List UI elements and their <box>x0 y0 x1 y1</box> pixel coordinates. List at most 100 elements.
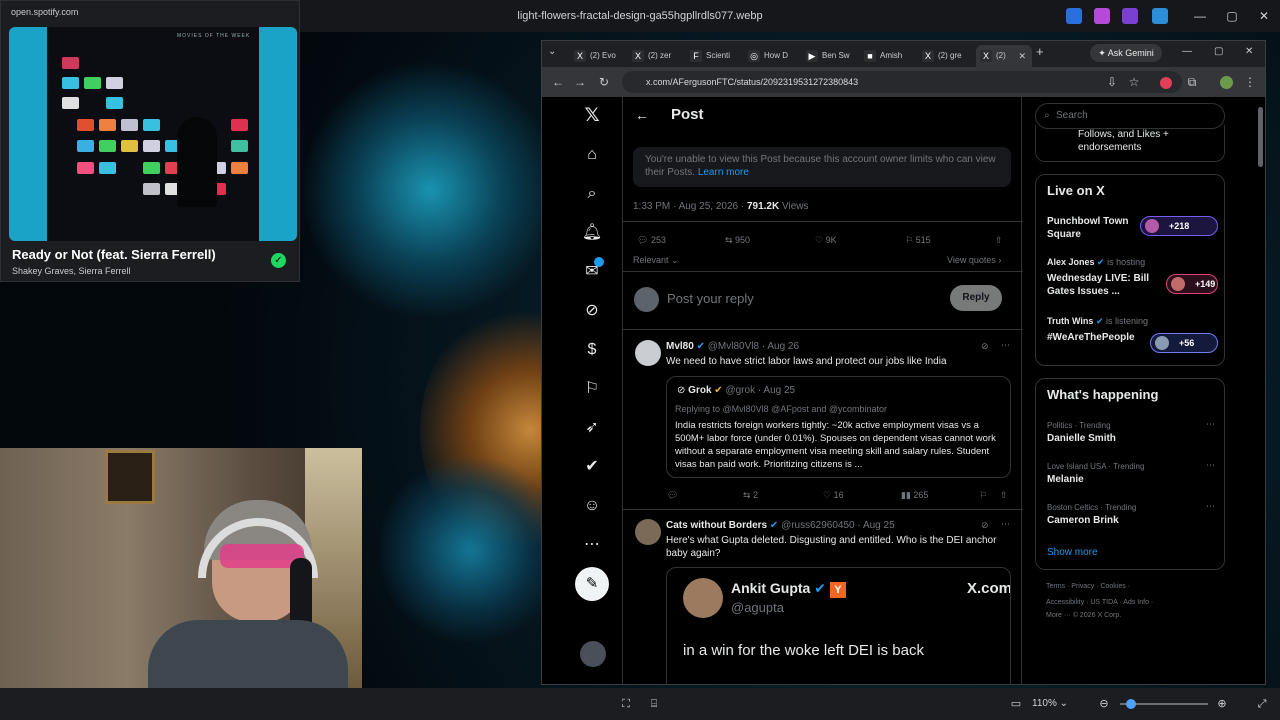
tweet-like[interactable]: ♡ 16 <box>823 490 844 501</box>
forward-icon[interactable]: → <box>570 72 590 92</box>
track-artist[interactable]: Shakey Graves, Sierra Ferrell <box>12 266 131 276</box>
grok-icon[interactable]: ⊘ <box>574 301 610 321</box>
show-more-link[interactable]: Show more <box>1047 547 1098 558</box>
tweet-views[interactable]: ▮▮ 265 <box>901 490 928 501</box>
close-button[interactable]: ✕ <box>1250 6 1278 26</box>
track-title[interactable]: Ready or Not (feat. Sierra Ferrell) <box>12 247 216 262</box>
profile-icon[interactable]: ☺ <box>574 496 610 516</box>
tweet-author[interactable]: Mvl80 <box>666 341 694 352</box>
back-icon[interactable]: ← <box>548 72 568 92</box>
quoted-tweet[interactable]: ⊘ Grok ✔ @grok · Aug 25 Replying to @Mvl… <box>666 376 1011 478</box>
premium-icon[interactable]: $ <box>574 340 610 360</box>
page-scrollbar[interactable] <box>1258 107 1263 167</box>
window-minimize-button[interactable]: — <box>1182 46 1192 57</box>
bookmark-count[interactable]: ⚐ 515 <box>905 235 931 246</box>
grok-explain-icon[interactable]: ⊘ <box>981 341 989 352</box>
reply-input[interactable]: Post your reply <box>667 291 754 306</box>
app-tray-icon[interactable] <box>1122 8 1138 24</box>
fit-screen-icon[interactable]: ⛶ <box>618 696 634 712</box>
live-space-name[interactable]: #WeAreThePeople <box>1047 331 1147 344</box>
explore-search-icon[interactable]: ⌕ <box>574 184 610 204</box>
tab-close-icon[interactable]: ✕ <box>1018 45 1026 67</box>
zoom-slider-handle[interactable] <box>1125 699 1136 709</box>
sort-relevant-dropdown[interactable]: Relevant ⌄ <box>633 255 679 266</box>
grok-explain-icon[interactable]: ⊘ <box>981 520 989 531</box>
share-icon[interactable]: ⇧ <box>995 235 1003 246</box>
minimize-button[interactable]: — <box>1186 6 1214 26</box>
profile-avatar[interactable] <box>1220 76 1233 89</box>
reload-icon[interactable]: ↻ <box>594 72 614 92</box>
extensions-puzzle-icon[interactable]: ⧉ <box>1182 72 1202 92</box>
fit-width-icon[interactable]: ▭ <box>1008 696 1024 712</box>
notifications-bell-icon[interactable]: 🔔︎ <box>574 223 610 243</box>
live-listener-pill[interactable]: +218 <box>1140 216 1218 236</box>
app-tray-icon[interactable] <box>1066 8 1082 24</box>
browser-tab[interactable]: X (2) gre <box>918 45 968 67</box>
browser-tab[interactable]: X (2) zer <box>628 45 678 67</box>
ask-gemini-button[interactable]: ✦ Ask Gemini <box>1090 44 1162 62</box>
browser-tab[interactable]: F Scienti <box>686 45 736 67</box>
bookmarks-icon[interactable]: ⚐ <box>574 379 610 399</box>
tweet-handle[interactable]: @russ62960450 · Aug 25 <box>781 520 895 531</box>
trend-item[interactable]: Danielle Smith <box>1047 433 1116 444</box>
post-timestamp[interactable]: 1:33 PM · Aug 25, 2026 · <box>633 201 747 212</box>
messages-icon[interactable]: ✉ <box>574 262 610 282</box>
embedded-screenshot[interactable]: Ankit Gupta ✔ Y @agupta X.com in a win f… <box>666 567 1011 684</box>
zoom-level-dropdown[interactable]: 110% ⌄ <box>1032 696 1068 712</box>
install-icon[interactable]: ⇩ <box>1102 72 1122 92</box>
trend-more-icon[interactable]: ⋯ <box>1206 501 1215 512</box>
zoom-out-icon[interactable]: ⊖ <box>1096 696 1112 712</box>
tweet-more-icon[interactable]: ⋯ <box>1001 519 1010 530</box>
tweet-avatar[interactable] <box>635 340 661 366</box>
back-arrow-icon[interactable]: ← <box>635 107 649 123</box>
menu-kebab-icon[interactable]: ⋮ <box>1240 72 1260 92</box>
compose-post-button[interactable]: ✎ <box>575 567 609 601</box>
window-maximize-button[interactable]: ▢ <box>1214 46 1223 57</box>
tweet-more-icon[interactable]: ⋯ <box>1001 340 1010 351</box>
browser-tab[interactable]: ▶ Ben Sw <box>802 45 852 67</box>
text-select-icon[interactable]: ⌸ <box>646 696 662 712</box>
saved-check-icon[interactable]: ✓ <box>271 253 286 268</box>
extension-icon[interactable] <box>1160 77 1172 89</box>
account-avatar[interactable] <box>580 641 606 667</box>
live-space-name[interactable]: Wednesday LIVE: Bill Gates Issues ... <box>1047 272 1157 298</box>
verified-orgs-icon[interactable]: ✔ <box>574 457 610 477</box>
url-field[interactable]: x.com/AFergusonFTC/status/20923195312723… <box>622 71 1182 93</box>
tweet-handle[interactable]: @Mvl80Vl8 · Aug 26 <box>708 341 799 352</box>
tweet-repost[interactable]: ⇆ 2 <box>743 490 758 501</box>
footer-links[interactable]: More ··· © 2026 X Corp. <box>1046 612 1121 619</box>
browser-tab[interactable]: ◎ How D <box>744 45 794 67</box>
tweet-avatar[interactable] <box>635 519 661 545</box>
trend-more-icon[interactable]: ⋯ <box>1206 419 1215 430</box>
tab-search-icon[interactable]: ⌄ <box>548 46 556 57</box>
reply-button[interactable]: Reply <box>950 285 1002 311</box>
browser-tab-active[interactable]: X (2) ✕ <box>976 45 1032 67</box>
bookmark-star-icon[interactable]: ☆ <box>1124 72 1144 92</box>
x-logo-icon[interactable]: 𝕏 <box>574 106 610 126</box>
jobs-rocket-icon[interactable]: ➶ <box>574 418 610 438</box>
live-space-name[interactable]: Punchbowl Town Square <box>1047 215 1143 241</box>
tweet-reply-icon[interactable]: 💬︎ <box>667 490 678 501</box>
footer-links[interactable]: Accessibility · US TIDA · Ads Info · <box>1046 599 1153 606</box>
trend-item[interactable]: Cameron Brink <box>1047 515 1119 526</box>
zoom-in-icon[interactable]: ⊕ <box>1214 696 1230 712</box>
app-tray-icon[interactable] <box>1094 8 1110 24</box>
live-listener-pill[interactable]: +56 <box>1150 333 1218 353</box>
like-count[interactable]: ♡ 9K <box>815 235 837 246</box>
trend-item[interactable]: Melanie <box>1047 474 1084 485</box>
browser-tab[interactable]: ■ Amish <box>860 45 910 67</box>
more-icon[interactable]: ⋯ <box>574 535 610 555</box>
tweet-author[interactable]: Cats without Borders <box>666 520 767 531</box>
window-close-button[interactable]: ✕ <box>1245 46 1253 57</box>
maximize-button[interactable]: ▢ <box>1218 6 1246 26</box>
browser-tab[interactable]: X (2) Evo <box>570 45 620 67</box>
tweet-bookmark-icon[interactable]: ⚐ <box>979 490 987 501</box>
reply-count[interactable]: 💬︎ 253 <box>637 235 666 246</box>
learn-more-link[interactable]: Learn more <box>698 167 749 178</box>
home-icon[interactable]: ⌂ <box>574 145 610 165</box>
new-tab-button[interactable]: + <box>1036 44 1044 59</box>
repost-count[interactable]: ⇆ 950 <box>725 235 750 246</box>
expand-icon[interactable]: ⤢ <box>1254 696 1270 712</box>
tweet-share-icon[interactable]: ⇧ <box>1000 490 1008 501</box>
trend-more-icon[interactable]: ⋯ <box>1206 460 1215 471</box>
